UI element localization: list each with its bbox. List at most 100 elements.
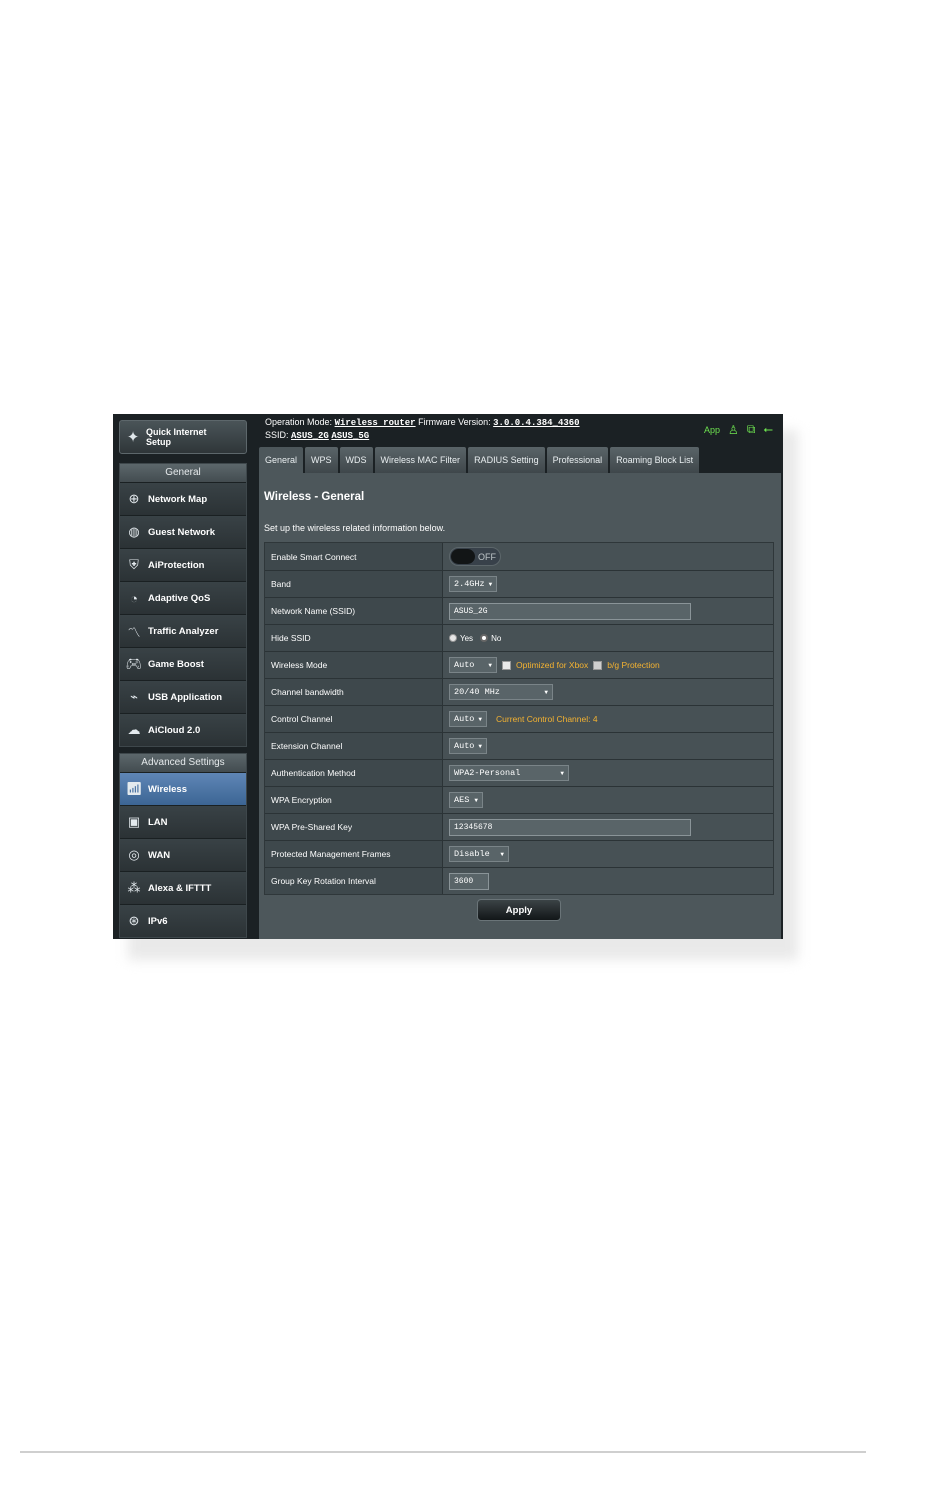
control-channel-value: Auto: [454, 714, 475, 724]
table-row: Authentication Method WPA2-Personal ▼: [265, 759, 773, 786]
chevron-down-icon: ▼: [500, 850, 504, 858]
band-select[interactable]: 2.4GHz ▼: [449, 576, 497, 592]
pulse-icon: 〽: [127, 624, 141, 640]
xbox-checkbox[interactable]: [502, 660, 511, 670]
quick-internet-setup-button[interactable]: ✦ Quick Internet Setup: [119, 420, 247, 454]
channel-bandwidth-select[interactable]: 20/40 MHz ▼: [449, 684, 553, 700]
sidebar-advanced-header: Advanced Settings: [120, 754, 246, 772]
wan-icon: ◎: [128, 847, 140, 862]
table-row: WPA Pre-Shared Key 12345678: [265, 813, 773, 840]
toggle-knob: [451, 549, 475, 564]
bg-protection-label: b/g Protection: [607, 660, 660, 670]
gauge-icon: ◔: [130, 590, 138, 606]
bg-protection-checkbox[interactable]: [593, 660, 603, 670]
sidebar-item-ipv6[interactable]: ⊛ IPv6: [120, 904, 246, 937]
router-admin-screenshot: ✦ Quick Internet Setup General ⊕ Network…: [113, 414, 783, 939]
chevron-down-icon: ▼: [488, 580, 493, 588]
wireless-mode-select[interactable]: Auto ▼: [449, 657, 497, 673]
sidebar-item-traffic-analyzer[interactable]: 〽 Traffic Analyzer: [120, 614, 246, 647]
sidebar-item-alexa-ifttt[interactable]: ⁂ Alexa & IFTTT: [120, 871, 246, 904]
chevron-down-icon: ▼: [478, 742, 483, 750]
lock-icon: ⛨: [129, 557, 139, 572]
copy-icon[interactable]: ⧉: [747, 422, 756, 437]
usb-status-icon[interactable]: ⭠: [763, 422, 773, 437]
usb-icon: ⌁: [130, 689, 138, 704]
channel-bandwidth-label: Channel bandwidth: [265, 679, 443, 705]
auth-method-value: WPA2-Personal: [454, 768, 521, 778]
sidebar-general-group: General ⊕ Network Map ◍ Guest Network ⛨ …: [119, 463, 247, 747]
gamepad-icon: 🎮︎: [125, 656, 143, 671]
sidebar-item-label: Wireless: [148, 783, 187, 795]
sidebar-item-wan[interactable]: ◎ WAN: [120, 838, 246, 871]
sidebar-advanced-group: Advanced Settings 📶︎ Wireless ▣ LAN ◎ WA…: [119, 753, 247, 938]
control-channel-select[interactable]: Auto ▼: [449, 711, 487, 727]
tab-radius-setting[interactable]: RADIUS Setting: [468, 447, 545, 473]
firmware-version-link[interactable]: 3.0.0.4.384_4360: [493, 418, 579, 428]
sidebar-item-label: LAN: [148, 816, 168, 828]
tab-bar: General WPS WDS Wireless MAC Filter RADI…: [259, 447, 700, 473]
table-row: Band 2.4GHz ▼: [265, 570, 773, 597]
tab-wps[interactable]: WPS: [305, 447, 338, 473]
hide-ssid-yes-label: Yes: [460, 633, 474, 643]
sidebar-item-adaptive-qos[interactable]: ◔ Adaptive QoS: [120, 581, 246, 614]
tab-professional[interactable]: Professional: [546, 447, 609, 473]
sidebar-item-label: Traffic Analyzer: [148, 625, 219, 637]
quick-internet-setup-label: Quick Internet Setup: [146, 427, 207, 447]
sidebar-item-game-boost[interactable]: 🎮︎ Game Boost: [120, 647, 246, 680]
wpa-key-label: WPA Pre-Shared Key: [265, 814, 443, 840]
tab-roaming-block-list[interactable]: Roaming Block List: [610, 447, 700, 473]
hide-ssid-no-label: No: [491, 633, 502, 643]
chevron-down-icon: ▼: [478, 715, 483, 723]
extension-channel-select[interactable]: Auto ▼: [449, 738, 487, 754]
operation-mode-link[interactable]: Wireless router: [335, 418, 416, 428]
pmf-label: Protected Management Frames: [265, 841, 443, 867]
sidebar-item-aiprotection[interactable]: ⛨ AiProtection: [120, 548, 246, 581]
sidebar-item-label: Adaptive QoS: [148, 592, 211, 604]
chevron-down-icon: ▼: [544, 688, 548, 696]
sidebar-item-network-map[interactable]: ⊕ Network Map: [120, 482, 246, 515]
table-row: Hide SSID Yes No: [265, 624, 773, 651]
sidebar-item-lan[interactable]: ▣ LAN: [120, 805, 246, 838]
top-status-info: Operation Mode: Wireless router Firmware…: [265, 416, 580, 442]
sidebar-item-wireless[interactable]: 📶︎ Wireless: [120, 772, 246, 805]
gkri-input[interactable]: 3600: [449, 872, 489, 890]
toggle-state: OFF: [478, 551, 496, 562]
sidebar-item-label: IPv6: [148, 915, 168, 927]
pmf-select[interactable]: Disable ▼: [449, 846, 509, 862]
tab-wds[interactable]: WDS: [339, 447, 373, 473]
wpa-key-input[interactable]: 12345678: [449, 818, 691, 836]
chevron-down-icon: ▼: [488, 661, 492, 669]
user-icon[interactable]: ♙: [728, 423, 739, 437]
wpa-encryption-value: AES: [454, 795, 470, 805]
table-row: WPA Encryption AES ▼: [265, 786, 773, 813]
sidebar-item-guest-network[interactable]: ◍ Guest Network: [120, 515, 246, 548]
auth-method-label: Authentication Method: [265, 760, 443, 786]
hide-ssid-yes-radio[interactable]: [449, 634, 457, 642]
ssid-input[interactable]: ASUS_2G: [449, 602, 691, 620]
ipv6-icon: ⊛: [128, 913, 140, 928]
sidebar-item-usb-application[interactable]: ⌁ USB Application: [120, 680, 246, 713]
hide-ssid-label: Hide SSID: [265, 625, 443, 651]
ssid-5g-link[interactable]: ASUS_5G: [331, 431, 369, 441]
firmware-label: Firmware Version:: [418, 417, 491, 427]
auth-method-select[interactable]: WPA2-Personal ▼: [449, 765, 569, 781]
table-row: Control Channel Auto ▼ Current Control Ch…: [265, 705, 773, 732]
chevron-down-icon: ▼: [560, 769, 564, 777]
sidebar-item-label: AiProtection: [148, 559, 205, 571]
smart-connect-toggle[interactable]: OFF: [449, 547, 501, 566]
app-link[interactable]: App: [704, 425, 720, 435]
apply-button[interactable]: Apply: [477, 899, 561, 921]
page-footer-rule: [20, 1451, 866, 1453]
tab-wireless-mac-filter[interactable]: Wireless MAC Filter: [374, 447, 467, 473]
hide-ssid-no-radio[interactable]: [480, 634, 489, 642]
sidebar-item-aicloud[interactable]: ☁ AiCloud 2.0: [120, 713, 246, 746]
sidebar-item-label: Guest Network: [148, 526, 216, 538]
ssid-label: SSID:: [265, 430, 289, 440]
sidebar-item-label: Alexa & IFTTT: [148, 882, 212, 894]
tab-general[interactable]: General: [259, 447, 304, 473]
pmf-value: Disable: [454, 849, 490, 859]
page-description: Set up the wireless related information …: [264, 523, 446, 533]
ssid-2g-link[interactable]: ASUS_2G: [291, 431, 329, 441]
wpa-encryption-select[interactable]: AES ▼: [449, 792, 483, 808]
wand-icon: ✦: [126, 429, 140, 446]
